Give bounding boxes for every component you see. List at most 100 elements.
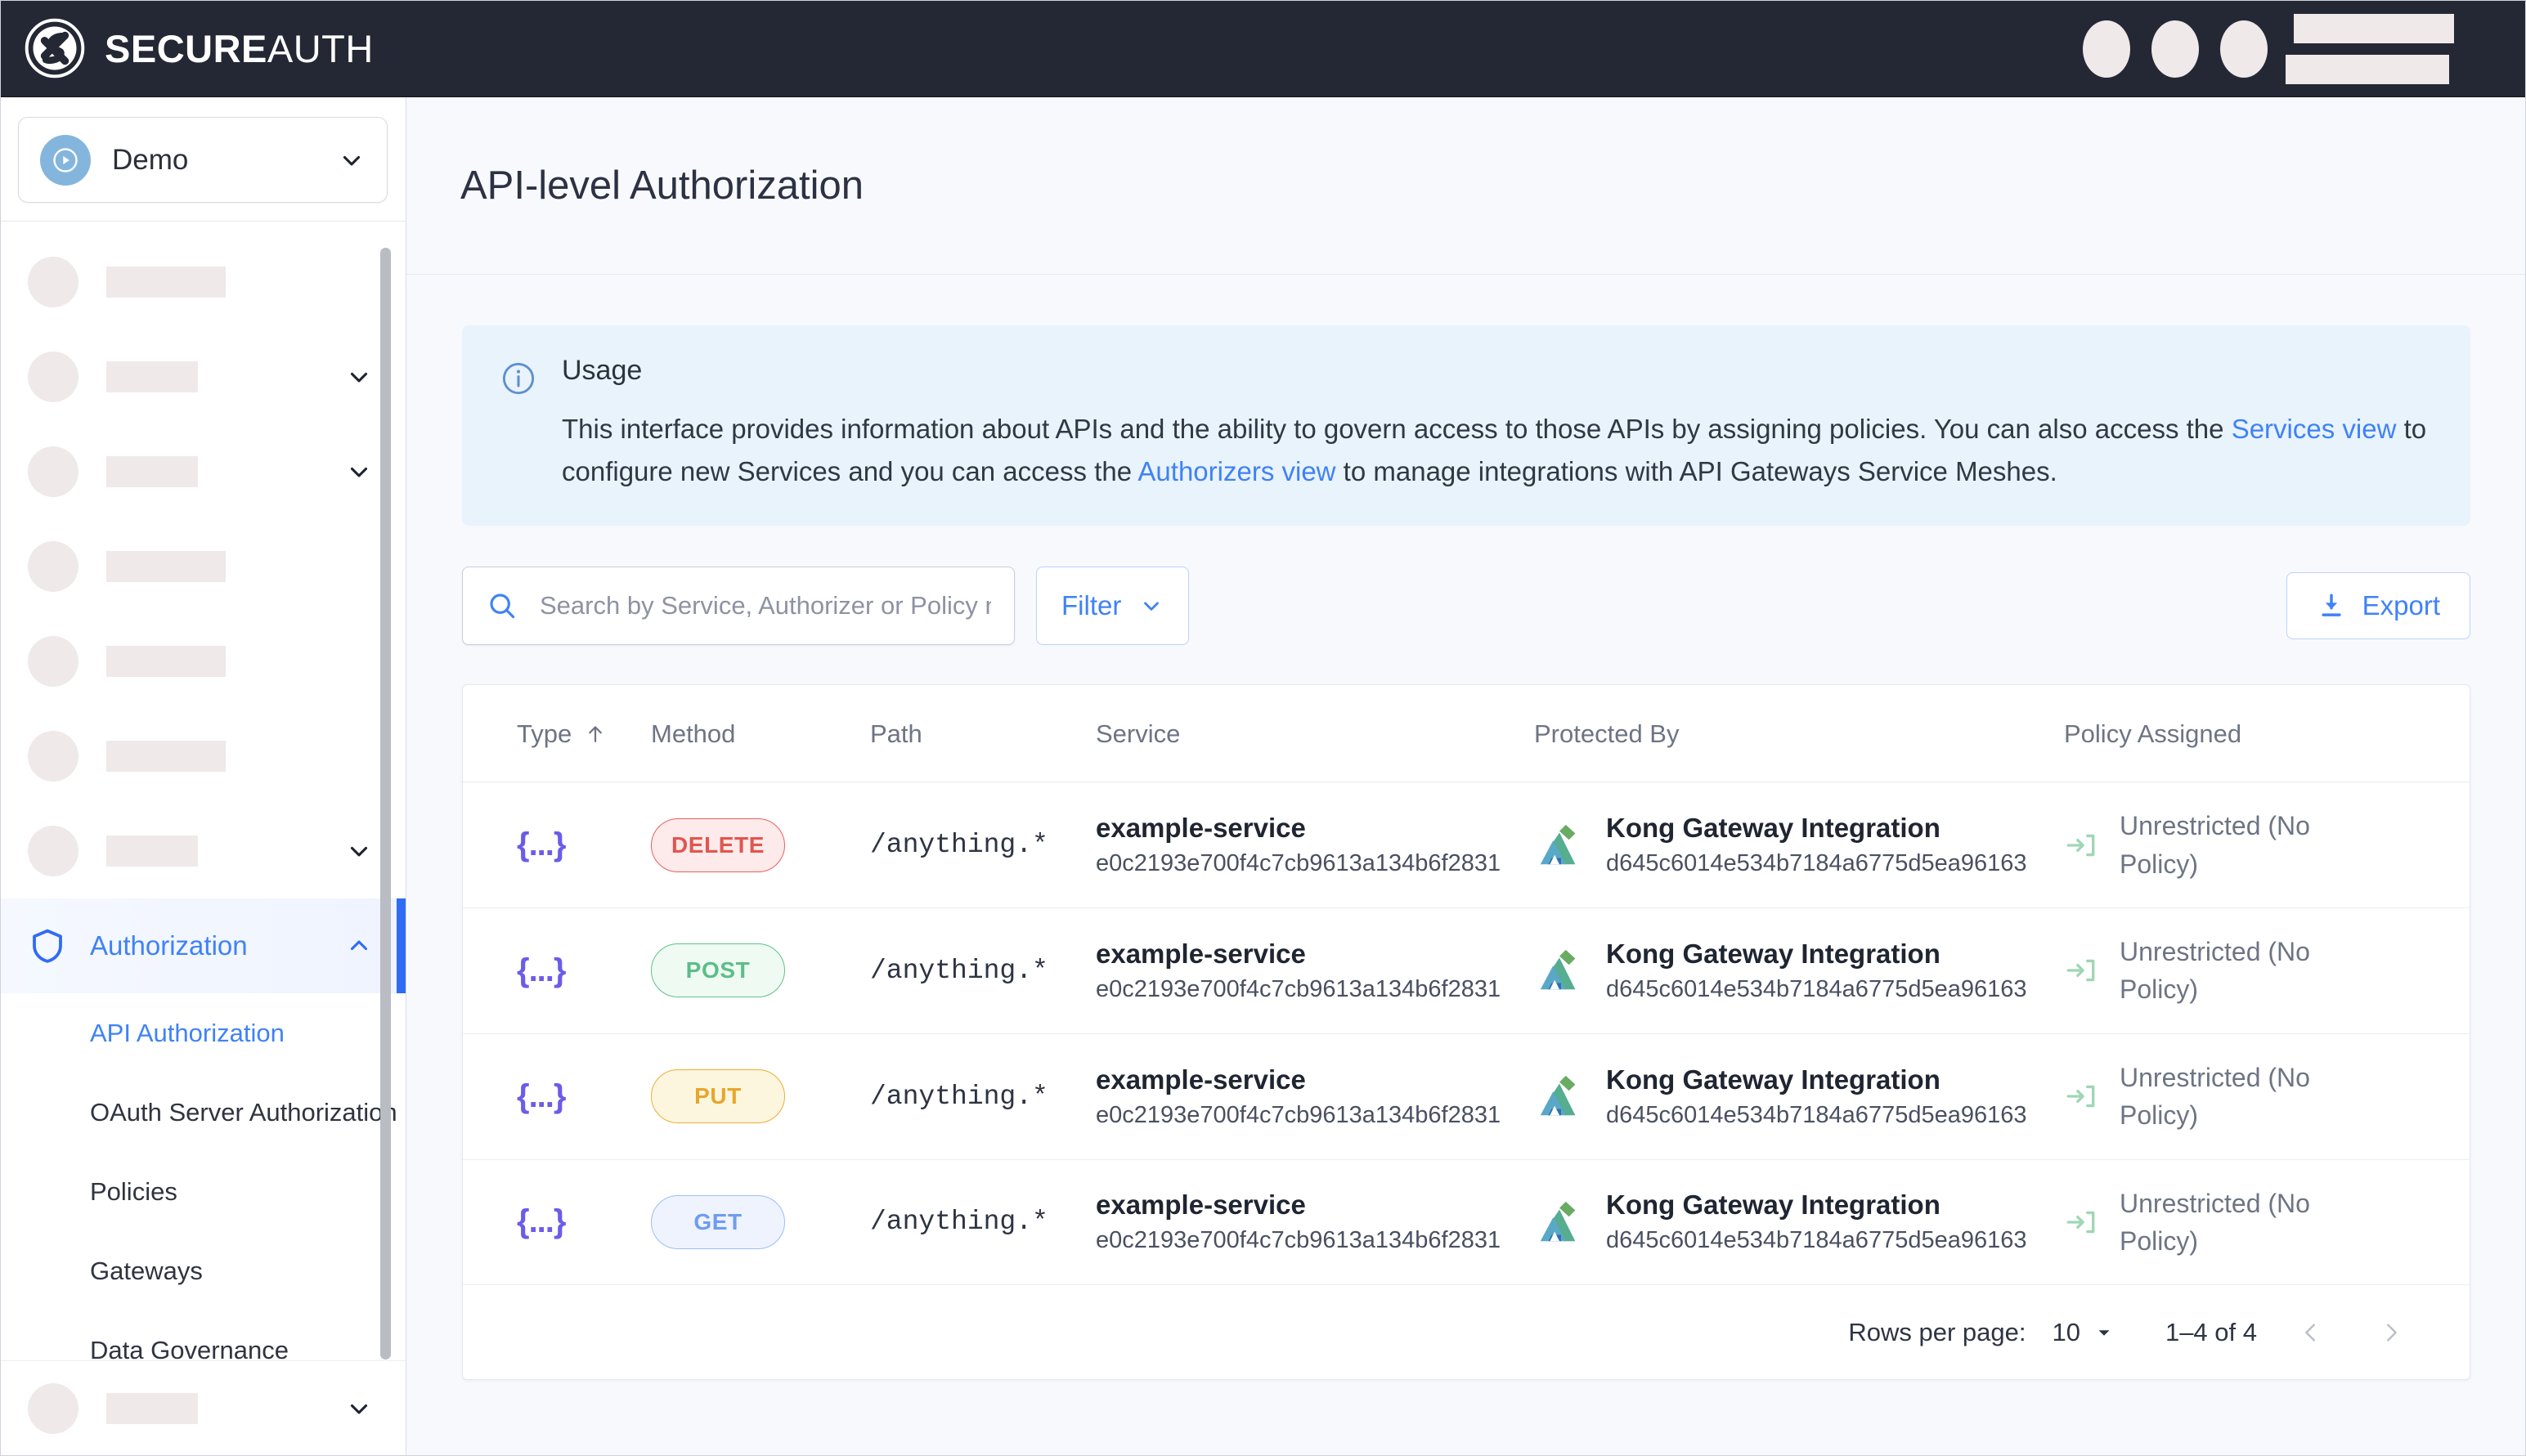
tenant-selector-wrap: Demo	[0, 97, 406, 222]
placeholder-text-block	[2286, 13, 2454, 84]
filter-button[interactable]: Filter	[1036, 567, 1190, 646]
cell-service: example-service e0c2193e700f4c7cb9613a13…	[1096, 1159, 1534, 1286]
usage-text-part-3: to manage integrations with API Gateways…	[1335, 456, 2057, 487]
sidebar-item-gateways[interactable]: Gateways	[0, 1231, 406, 1310]
protected-by-name: Kong Gateway Integration	[1606, 1189, 1940, 1221]
pagination-prev-button[interactable]	[2285, 1306, 2337, 1359]
path-value: /anything.*	[870, 955, 1048, 986]
search-box[interactable]	[462, 567, 1015, 646]
sidebar-item-placeholder-5[interactable]	[0, 614, 406, 709]
sidebar-item-placeholder-1[interactable]	[0, 235, 406, 329]
sidebar-item-authorization[interactable]: Authorization	[0, 898, 406, 993]
chevron-down-icon[interactable]	[345, 1395, 373, 1422]
path-value: /anything.*	[870, 1207, 1048, 1238]
pagination-next-button[interactable]	[2365, 1306, 2417, 1359]
cell-type: {...}	[463, 782, 651, 909]
column-header-type[interactable]: Type	[463, 685, 651, 783]
table-row[interactable]: {...} PUT /anything.* example-service e0…	[463, 1033, 2470, 1160]
chevron-down-icon[interactable]	[345, 363, 373, 391]
sidebar-item-policies[interactable]: Policies	[0, 1152, 406, 1231]
placeholder-label	[106, 551, 226, 582]
protected-by-name: Kong Gateway Integration	[1606, 938, 1940, 969]
service-name: example-service	[1096, 813, 1306, 844]
method-badge: GET	[651, 1194, 785, 1249]
placeholder-avatar-2[interactable]	[2151, 20, 2199, 78]
cell-type: {...}	[463, 907, 651, 1034]
placeholder-label	[106, 361, 198, 392]
main-content: API-level Authorization Usage This inter…	[406, 97, 2526, 1456]
column-header-service[interactable]: Service	[1096, 685, 1534, 783]
info-icon	[502, 362, 535, 395]
service-name: example-service	[1096, 938, 1306, 969]
chevron-right-icon	[2387, 1324, 2397, 1342]
login-arrow-icon	[2066, 1211, 2095, 1234]
sidebar-item-placeholder-6[interactable]	[0, 709, 406, 804]
placeholder-label	[106, 741, 226, 772]
placeholder-icon	[28, 731, 79, 782]
table-row[interactable]: {...} GET /anything.* example-service e0…	[463, 1159, 2470, 1286]
sidebar-nav-list: Authorization API Authorization OAuth Se…	[0, 222, 406, 1360]
column-label-type: Type	[517, 719, 572, 749]
column-header-protected-by[interactable]: Protected By	[1534, 685, 2064, 783]
placeholder-avatar-1[interactable]	[2083, 20, 2130, 78]
policy-value: Unrestricted (No Policy)	[2120, 811, 2310, 879]
login-arrow-icon	[2066, 1085, 2095, 1108]
column-header-path[interactable]: Path	[870, 685, 1096, 783]
table-row[interactable]: {...} POST /anything.* example-service e…	[463, 907, 2470, 1034]
sidebar-item-oauth-server-authorization[interactable]: OAuth Server Authorization	[0, 1073, 406, 1152]
chevron-down-icon[interactable]	[345, 837, 373, 865]
search-icon	[490, 594, 515, 619]
sidebar-item-placeholder-bottom[interactable]	[0, 1361, 406, 1456]
sidebar-item-data-governance[interactable]: Data Governance	[0, 1310, 406, 1361]
sidebar-item-placeholder-3[interactable]	[0, 424, 406, 519]
chevron-down-icon[interactable]	[338, 146, 366, 174]
authorizers-view-link[interactable]: Authorizers view	[1137, 456, 1335, 486]
sidebar-scrollbar-thumb[interactable]	[380, 248, 391, 1360]
service-id: e0c2193e700f4c7cb9613a134b6f2831	[1096, 850, 1501, 877]
pagination-range: 1–4 of 4	[2165, 1317, 2257, 1346]
placeholder-icon	[28, 826, 79, 876]
sidebar-item-placeholder-2[interactable]	[0, 329, 406, 424]
kong-logo-icon	[1540, 824, 1576, 864]
app-root: SECUREAUTH Demo Authorization API Author…	[0, 0, 2526, 1456]
cell-path: /anything.*	[870, 1033, 1096, 1160]
sidebar-item-placeholder-4[interactable]	[0, 519, 406, 614]
brand-wordmark: SECUREAUTH	[105, 29, 374, 68]
table-row[interactable]: {...} DELETE /anything.* example-service…	[463, 782, 2470, 909]
kong-logo-icon	[1540, 1076, 1576, 1116]
service-id: e0c2193e700f4c7cb9613a134b6f2831	[1096, 1227, 1501, 1254]
sidebar-scrollbar-track[interactable]	[380, 222, 398, 1360]
chevron-up-icon[interactable]	[345, 932, 373, 960]
chevron-down-icon[interactable]	[345, 458, 373, 486]
content-area: Usage This interface provides informatio…	[406, 275, 2526, 1381]
cell-path: /anything.*	[870, 907, 1096, 1034]
cell-service: example-service e0c2193e700f4c7cb9613a13…	[1096, 907, 1534, 1034]
sidebar-item-placeholder-7[interactable]	[0, 804, 406, 898]
column-header-method[interactable]: Method	[651, 685, 870, 783]
path-value: /anything.*	[870, 830, 1048, 861]
column-header-policy-assigned[interactable]: Policy Assigned	[2064, 685, 2470, 783]
protected-by-id: d645c6014e534b7184a6775d5ea96163	[1606, 975, 2027, 1002]
tenant-selector[interactable]: Demo	[18, 117, 388, 203]
export-button[interactable]: Export	[2286, 572, 2470, 640]
cell-service: example-service e0c2193e700f4c7cb9613a13…	[1096, 782, 1534, 909]
policy-value: Unrestricted (No Policy)	[2120, 1188, 2310, 1256]
chevron-down-icon	[2098, 1330, 2110, 1336]
cell-protected-by: Kong Gateway Integration d645c6014e534b7…	[1534, 907, 2064, 1034]
rows-per-page-value: 10	[2052, 1317, 2080, 1346]
download-icon	[2322, 594, 2341, 617]
api-table-card: Type Method Path Service Protected By Po…	[462, 684, 2470, 1381]
placeholder-icon	[28, 257, 79, 307]
rows-per-page-select[interactable]: 10	[2052, 1318, 2114, 1347]
brand-logo[interactable]: SECUREAUTH	[23, 16, 374, 80]
placeholder-avatar-3[interactable]	[2220, 20, 2268, 78]
services-view-link[interactable]: Services view	[2232, 414, 2397, 444]
sidebar-item-api-authorization[interactable]: API Authorization	[0, 993, 406, 1073]
sidebar: Demo Authorization API Authorization OAu…	[0, 97, 406, 1456]
policy-value: Unrestricted (No Policy)	[2120, 937, 2310, 1005]
table-header-row: Type Method Path Service Protected By Po…	[463, 685, 2470, 783]
api-table: Type Method Path Service Protected By Po…	[463, 685, 2470, 1286]
placeholder-label	[106, 267, 226, 298]
search-input[interactable]	[540, 591, 991, 621]
cell-policy-assigned: Unrestricted (No Policy)	[2064, 1159, 2470, 1286]
